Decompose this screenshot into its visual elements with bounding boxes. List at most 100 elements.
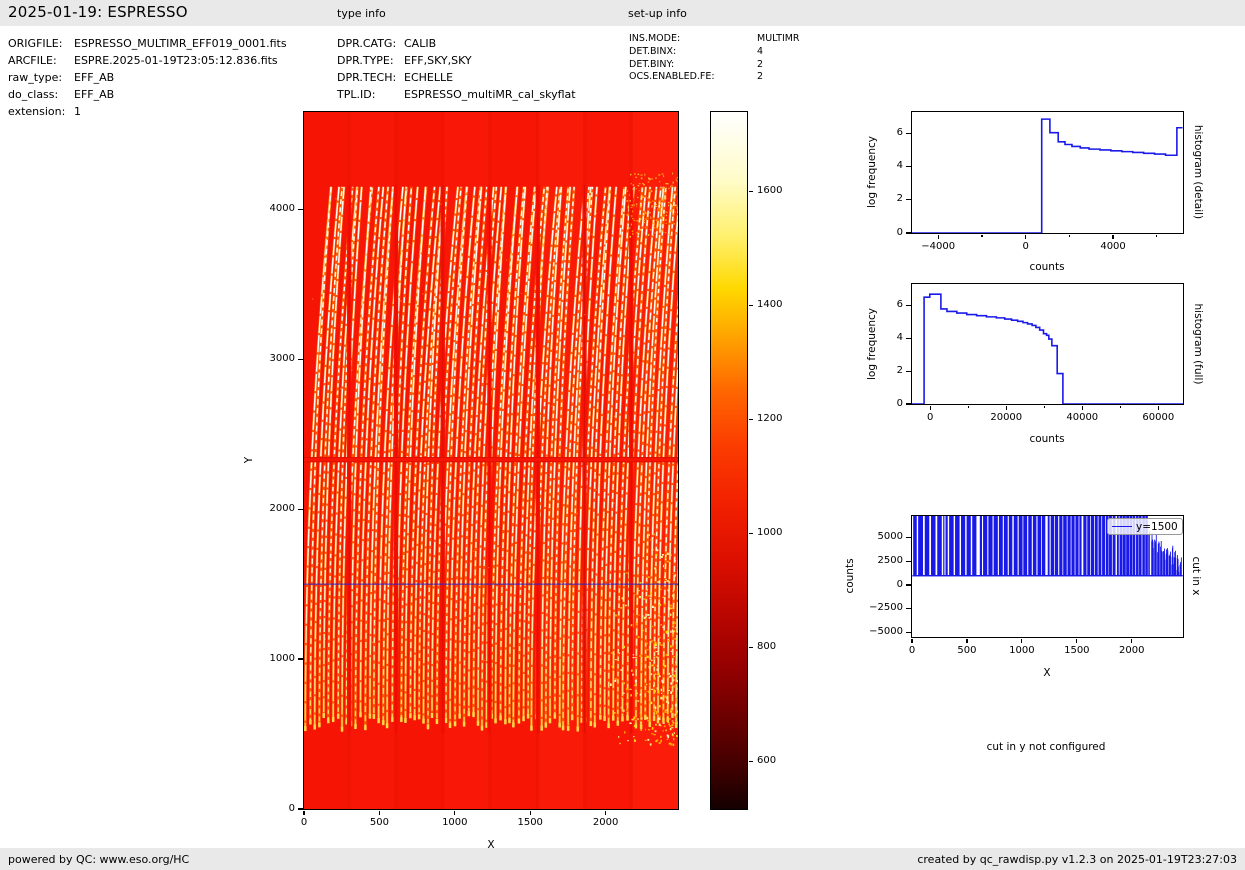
- hist-full-xaxis-label: counts: [1029, 433, 1064, 445]
- tick-label: −2500: [848, 602, 903, 613]
- tick-label: 0: [274, 817, 334, 828]
- raw-image-canvas: [304, 112, 678, 809]
- info-row: OCS.ENABLED.FE:2: [629, 71, 800, 84]
- info-label: do_class:: [8, 86, 74, 103]
- info-row: ARCFILE:ESPRE.2025-01-19T23:05:12.836.fi…: [8, 52, 287, 69]
- info-value: EFF_AB: [74, 71, 114, 84]
- histogram-full-plot: [911, 283, 1184, 405]
- tick-mark: [298, 658, 303, 659]
- tick-mark: [749, 305, 754, 306]
- legend-line-sample: [1112, 526, 1132, 527]
- tick-mark: [298, 509, 303, 510]
- tick-mark: [1112, 235, 1113, 240]
- tick-mark: [1120, 406, 1121, 409]
- tick-mark: [298, 359, 303, 360]
- tick-mark: [981, 235, 982, 238]
- tick-label: 20000: [976, 412, 1036, 423]
- legend-label: y=1500: [1136, 521, 1178, 533]
- tick-label: 2: [848, 193, 903, 204]
- tick-mark: [298, 209, 303, 210]
- tick-label: 1200: [757, 413, 782, 424]
- colorbar-canvas: [711, 112, 747, 809]
- tick-mark: [906, 232, 911, 233]
- tick-mark: [1044, 406, 1045, 409]
- tick-mark: [1156, 235, 1157, 238]
- hist-detail-xaxis-label: counts: [1029, 261, 1064, 273]
- tick-mark: [379, 811, 380, 816]
- tick-mark: [530, 811, 531, 816]
- info-row: DPR.TYPE:EFF,SKY,SKY: [337, 52, 576, 69]
- tick-mark: [930, 406, 931, 411]
- info-value: ECHELLE: [404, 71, 453, 84]
- tick-label: 2500: [848, 555, 903, 566]
- tick-mark: [906, 403, 911, 404]
- info-row: DET.BINY:2: [629, 59, 800, 72]
- tick-label: 1000: [240, 653, 295, 664]
- tick-label: 4: [848, 332, 903, 343]
- info-label: ARCFILE:: [8, 52, 74, 69]
- tick-mark: [906, 133, 911, 134]
- info-label: raw_type:: [8, 69, 74, 86]
- tick-mark: [906, 608, 911, 609]
- info-row: DPR.CATG:CALIB: [337, 35, 576, 52]
- cut-legend: y=1500: [1107, 518, 1183, 535]
- tick-label: 1000: [425, 817, 485, 828]
- tick-mark: [906, 371, 911, 372]
- histogram-detail-plot: [911, 111, 1184, 234]
- tick-mark: [906, 632, 911, 633]
- tick-label: 4000: [1083, 241, 1143, 252]
- raw-image-plot: [303, 111, 679, 810]
- info-label: TPL.ID:: [337, 86, 404, 103]
- tick-mark: [906, 561, 911, 562]
- info-value: EFF_AB: [74, 88, 114, 101]
- histogram-detail-canvas: [912, 112, 1183, 233]
- tick-label: 6: [848, 299, 903, 310]
- tick-mark: [1082, 406, 1083, 411]
- tick-label: 0: [848, 227, 903, 238]
- tick-label: 5000: [848, 531, 903, 542]
- tick-mark: [749, 419, 754, 420]
- info-row: extension:1: [8, 103, 287, 120]
- tick-mark: [966, 639, 967, 644]
- info-value: 4: [757, 46, 763, 57]
- info-value: CALIB: [404, 37, 436, 50]
- tick-label: 0: [996, 241, 1056, 252]
- tick-mark: [303, 811, 304, 816]
- tick-mark: [749, 533, 754, 534]
- info-label: DET.BINY:: [629, 59, 757, 72]
- info-label: ORIGFILE:: [8, 35, 74, 52]
- info-row: TPL.ID:ESPRESSO_multiMR_cal_skyflat: [337, 86, 576, 103]
- tick-mark: [749, 761, 754, 762]
- tick-label: 0: [882, 645, 942, 656]
- info-row: INS.MODE:MULTIMR: [629, 33, 800, 46]
- hist-full-side-label: histogram (full): [1192, 304, 1204, 385]
- type-info-block: DPR.CATG:CALIB DPR.TYPE:EFF,SKY,SKY DPR.…: [337, 35, 576, 103]
- tick-label: −4000: [908, 241, 968, 252]
- hist-detail-side-label: histogram (detail): [1192, 125, 1204, 219]
- tick-mark: [1069, 235, 1070, 238]
- tick-mark: [1076, 639, 1077, 644]
- tick-mark: [298, 808, 303, 809]
- tick-mark: [1021, 639, 1022, 644]
- tick-mark: [1006, 406, 1007, 411]
- info-value: 2: [757, 59, 763, 70]
- main-yaxis-label: Y: [243, 457, 255, 463]
- tick-mark: [906, 584, 911, 585]
- cut-xaxis-label: X: [1043, 667, 1050, 679]
- tick-label: 800: [757, 641, 776, 652]
- info-value: 2: [757, 71, 763, 82]
- info-value: 1: [74, 105, 81, 118]
- tick-label: 0: [240, 803, 295, 814]
- info-label: DPR.TECH:: [337, 69, 404, 86]
- cut-side-label: cut in x: [1190, 556, 1202, 595]
- tick-mark: [1131, 639, 1132, 644]
- info-label: OCS.ENABLED.FE:: [629, 71, 757, 84]
- tick-label: 1500: [1047, 645, 1107, 656]
- cut-in-y-message: cut in y not configured: [987, 741, 1106, 753]
- info-row: DET.BINX:4: [629, 46, 800, 59]
- footer-bar: powered by QC: www.eso.org/HC created by…: [0, 848, 1245, 870]
- tick-label: 2000: [576, 817, 636, 828]
- tick-mark: [1158, 406, 1159, 411]
- info-label: extension:: [8, 103, 74, 120]
- tick-label: 4000: [240, 203, 295, 214]
